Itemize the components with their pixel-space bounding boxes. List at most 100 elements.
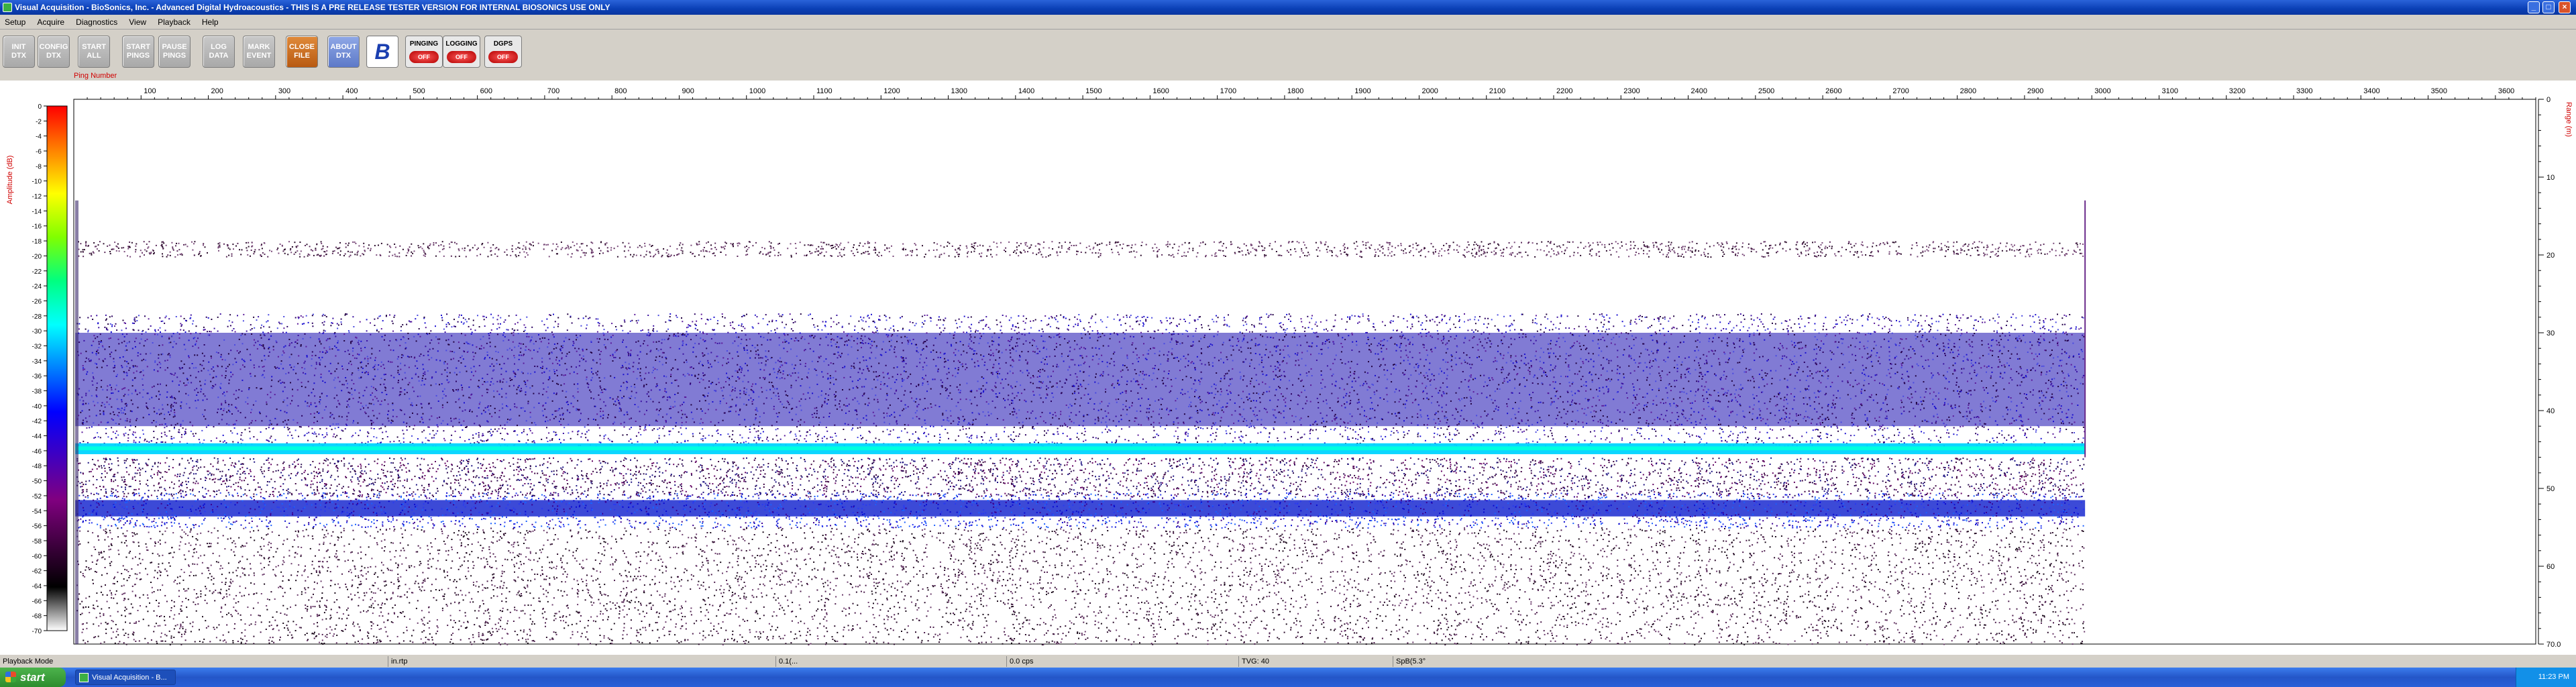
range-tick-label: 30 — [2546, 329, 2555, 337]
x-tick-label: 3600 — [2498, 87, 2514, 95]
about-dtx-button[interactable]: ABOUT DTX — [327, 36, 360, 68]
amp-tick-label: -22 — [32, 268, 42, 276]
amp-tick-label: -70 — [32, 628, 42, 635]
x-tick-label: 2000 — [1421, 87, 1438, 95]
x-tick-label: 800 — [614, 87, 627, 95]
x-tick-label: 1900 — [1354, 87, 1371, 95]
start-pings-button[interactable]: START PINGS — [122, 36, 154, 68]
menu-help[interactable]: Help — [197, 15, 223, 30]
amp-tick-label: -56 — [32, 523, 42, 531]
x-tick-label: 2100 — [1489, 87, 1505, 95]
maximize-button[interactable]: □ — [2542, 1, 2555, 13]
x-tick-label: 3100 — [2161, 87, 2178, 95]
amp-tick-label: -10 — [32, 178, 42, 186]
init-dtx-button[interactable]: INIT DTX — [3, 36, 35, 68]
amp-tick-label: -24 — [32, 283, 42, 290]
x-tick-label: 1600 — [1152, 87, 1169, 95]
window-title: Visual Acquisition - BioSonics, Inc. - A… — [15, 3, 610, 12]
config-dtx-button[interactable]: CONFIG DTX — [38, 36, 70, 68]
start-button[interactable]: start — [0, 668, 66, 687]
log-data-button[interactable]: LOG DATA — [203, 36, 235, 68]
amplitude-axis-title: Amplitude (dB) — [6, 156, 14, 205]
x-tick-label: 3400 — [2363, 87, 2379, 95]
amp-tick-label: 0 — [38, 103, 42, 111]
menu-diagnostics[interactable]: Diagnostics — [71, 15, 122, 30]
status-tvg: TVG: 40 — [1238, 656, 1269, 667]
amp-tick-label: -40 — [32, 403, 42, 411]
task-label: Visual Acquisition - B... — [92, 674, 167, 682]
amplitude-color-bar — [47, 106, 67, 631]
range-tick-label: 70.0 — [2546, 641, 2561, 649]
toolbar: INIT DTX CONFIG DTX START ALL START PING… — [0, 30, 2576, 72]
amp-tick-label: -62 — [32, 568, 42, 576]
range-tick-label: 20 — [2546, 252, 2555, 260]
x-tick-label: 100 — [144, 87, 156, 95]
x-tick-label: 2700 — [1892, 87, 1909, 95]
close-file-button[interactable]: CLOSE FILE — [286, 36, 318, 68]
range-tick-label: 40 — [2546, 407, 2555, 415]
taskbar-item-visual-acquisition[interactable]: Visual Acquisition - B... — [75, 670, 176, 685]
start-label: start — [20, 671, 45, 684]
minimize-button[interactable]: _ — [2528, 1, 2540, 13]
amp-tick-label: -34 — [32, 358, 42, 366]
amp-tick-label: -6 — [36, 148, 42, 156]
status-sp: SpB(5.3° — [1393, 656, 1426, 667]
x-tick-label: 2300 — [1623, 87, 1640, 95]
status-file: in.rtp — [388, 656, 407, 667]
echogram-panel[interactable]: 100 200 300 400 500 600 700 800 900 1000 1100 1200 1… — [0, 81, 2576, 654]
x-tick-label: 1100 — [816, 87, 833, 95]
x-tick-label: 2800 — [1960, 87, 1976, 95]
amp-tick-label: -30 — [32, 328, 42, 335]
amp-tick-label: -58 — [32, 538, 42, 545]
amp-tick-label: -28 — [32, 313, 42, 321]
status-rate: 0.0 cps — [1006, 656, 1033, 667]
x-tick-label: 3200 — [2229, 87, 2245, 95]
amp-tick-label: -68 — [32, 613, 42, 621]
echogram-canvas[interactable]: 100 200 300 400 500 600 700 800 900 1000 1100 1200 1… — [0, 81, 2576, 654]
bright-return-core — [75, 446, 2085, 450]
x-tick-label: 2400 — [1691, 87, 1707, 95]
pause-pings-button[interactable]: PAUSE PINGS — [158, 36, 191, 68]
amp-tick-label: -54 — [32, 508, 42, 515]
x-tick-label: 2900 — [2027, 87, 2043, 95]
x-tick-label: 3500 — [2431, 87, 2447, 95]
pinging-label: PINGING — [406, 40, 442, 48]
logging-state: OFF — [447, 51, 476, 63]
dgps-state: OFF — [488, 51, 518, 63]
x-tick-label: 3000 — [2094, 87, 2110, 95]
x-tick-label: 1700 — [1220, 87, 1236, 95]
x-tick-label: 1300 — [951, 87, 967, 95]
range-tick-label: 10 — [2546, 174, 2555, 182]
range-tick-label: 0 — [2546, 96, 2551, 104]
menu-acquire[interactable]: Acquire — [32, 15, 69, 30]
dgps-label: DGPS — [485, 40, 521, 48]
logging-indicator: LOGGING OFF — [443, 36, 480, 68]
amp-tick-label: -48 — [32, 463, 42, 470]
menu-setup[interactable]: Setup — [0, 15, 30, 30]
amp-tick-label: -46 — [32, 448, 42, 456]
amp-tick-label: -50 — [32, 478, 42, 486]
x-tick-label: 300 — [278, 87, 290, 95]
amp-tick-label: -8 — [36, 163, 42, 170]
title-bar[interactable]: Visual Acquisition - BioSonics, Inc. - A… — [0, 0, 2576, 15]
start-edge-strip — [75, 201, 78, 644]
close-window-button[interactable]: × — [2559, 1, 2571, 13]
menu-bar: Setup Acquire Diagnostics View Playback … — [0, 15, 2576, 30]
biosonics-logo: B — [366, 36, 398, 68]
windows-flag-icon — [5, 672, 16, 682]
ping-number-axis-title: Ping Number — [74, 72, 117, 80]
x-tick-label: 2200 — [1556, 87, 1572, 95]
amp-tick-label: -42 — [32, 418, 42, 425]
logging-label: LOGGING — [443, 40, 480, 48]
range-tick-label: 60 — [2546, 563, 2555, 571]
x-tick-label: 500 — [413, 87, 425, 95]
x-tick-label: 1800 — [1287, 87, 1303, 95]
mark-event-button[interactable]: MARK EVENT — [243, 36, 275, 68]
x-tick-label: 600 — [480, 87, 492, 95]
amp-tick-label: -26 — [32, 298, 42, 305]
amp-tick-label: -12 — [32, 193, 42, 201]
menu-playback[interactable]: Playback — [153, 15, 195, 30]
menu-view[interactable]: View — [124, 15, 151, 30]
start-all-button[interactable]: START ALL — [78, 36, 110, 68]
x-tick-label: 2600 — [1825, 87, 1841, 95]
